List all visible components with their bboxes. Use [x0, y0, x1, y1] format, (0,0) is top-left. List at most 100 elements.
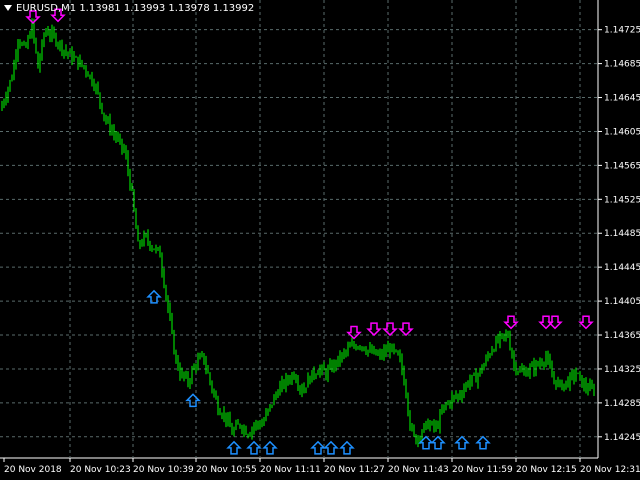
candle-body [129, 171, 131, 188]
candle-body [205, 362, 207, 369]
candle-body [289, 380, 291, 382]
candle-body [339, 355, 341, 361]
time-label: 20 Nov 10:39 [133, 465, 194, 475]
candle-body [37, 52, 39, 69]
time-label: 20 Nov 12:31 [580, 465, 640, 475]
candle-body [161, 257, 163, 272]
candle-body [165, 286, 167, 297]
candle-body [87, 72, 89, 77]
price-label: 1.14605 [604, 127, 640, 137]
candle-body [199, 355, 201, 359]
candle-body [55, 34, 57, 45]
candle-body [53, 30, 55, 35]
candle-body [431, 421, 433, 425]
candle-body [73, 56, 75, 61]
candle-body [569, 374, 571, 387]
candle-body [343, 352, 345, 354]
candle-body [249, 434, 251, 437]
candle-body [93, 83, 95, 89]
candle-body [211, 382, 213, 390]
candle-body [193, 366, 195, 370]
candle-body [525, 370, 527, 376]
candle-body [51, 30, 53, 37]
candle-body [219, 412, 221, 415]
buy-arrow-icon-shape [185, 393, 201, 408]
candle-body [183, 372, 185, 377]
candle-body [503, 333, 505, 336]
candle-body [527, 372, 529, 376]
chart-menu-triangle-icon[interactable] [4, 5, 12, 11]
candle-body [591, 384, 593, 388]
time-label: 20 Nov 10:23 [70, 465, 131, 475]
candle-body [537, 362, 539, 366]
candle-body [85, 67, 87, 73]
buy-arrow-icon [454, 435, 470, 450]
buy-arrow-icon-shape [262, 440, 278, 455]
chart-grid [0, 0, 599, 459]
price-axis: 1.14725 1.14685 1.14645 1.14605 1.14565 1.145… [598, 26, 640, 443]
candle-body [159, 248, 161, 258]
candle-body [217, 399, 219, 413]
candle-body [381, 353, 383, 357]
candle-body [349, 345, 351, 348]
candle-body [437, 425, 439, 428]
candle-body [213, 389, 215, 394]
price-chart[interactable]: 1.14725 1.14685 1.14645 1.14605 1.14565 1.145… [0, 0, 640, 480]
candle-body [63, 50, 65, 53]
candle-body [65, 50, 67, 53]
candle-body [105, 117, 107, 122]
candle-body [215, 393, 217, 400]
candle-body [127, 156, 129, 172]
candle-body [533, 364, 535, 371]
candle-body [453, 395, 455, 397]
candle-body [171, 318, 173, 332]
candle-body [1, 104, 3, 111]
sell-arrow-icon [547, 315, 563, 330]
candle-body [367, 350, 369, 353]
candle-body [61, 42, 63, 53]
candle-body [113, 130, 115, 135]
candle-body [493, 350, 495, 352]
candle-body [67, 52, 69, 54]
candle-body [189, 380, 191, 384]
candle-body [9, 80, 11, 89]
sell-arrow-icon-shape [578, 315, 594, 330]
candle-body [497, 338, 499, 342]
candle-body [11, 79, 13, 81]
buy-arrow-icon-shape [246, 440, 262, 455]
candle-body [23, 43, 25, 45]
candle-body [351, 343, 353, 346]
candle-body [565, 380, 567, 384]
candle-body [43, 35, 45, 42]
buy-arrow-icon [310, 440, 326, 455]
chart-window[interactable]: EURUSD,M1 1.13981 1.13993 1.13978 1.1399… [0, 0, 640, 480]
candle-body [425, 421, 427, 425]
candle-body [519, 369, 521, 372]
price-label: 1.14285 [604, 399, 640, 409]
candle-body [163, 271, 165, 287]
candle-body [187, 374, 189, 384]
candle-body [543, 363, 545, 365]
candle-body [259, 424, 261, 427]
candle-body [455, 395, 457, 397]
candle-body [391, 345, 393, 352]
candle-body [167, 296, 169, 309]
candle-body [389, 347, 391, 352]
candle-body [301, 388, 303, 393]
buy-arrow-icon-shape [323, 440, 339, 455]
candle-body [327, 368, 329, 377]
candle-body [331, 364, 333, 371]
candle-body [429, 424, 431, 429]
candle-body [479, 368, 481, 375]
candle-body [365, 350, 367, 353]
candle-body [15, 55, 17, 63]
candle-body [197, 358, 199, 368]
candle-body [227, 417, 229, 422]
candle-body [385, 350, 387, 353]
candle-body [405, 384, 407, 394]
candle-body [481, 368, 483, 371]
buy-arrow-icon-shape [310, 440, 326, 455]
candle-body [529, 366, 531, 373]
candle-body [421, 431, 423, 438]
candle-body [135, 210, 137, 229]
